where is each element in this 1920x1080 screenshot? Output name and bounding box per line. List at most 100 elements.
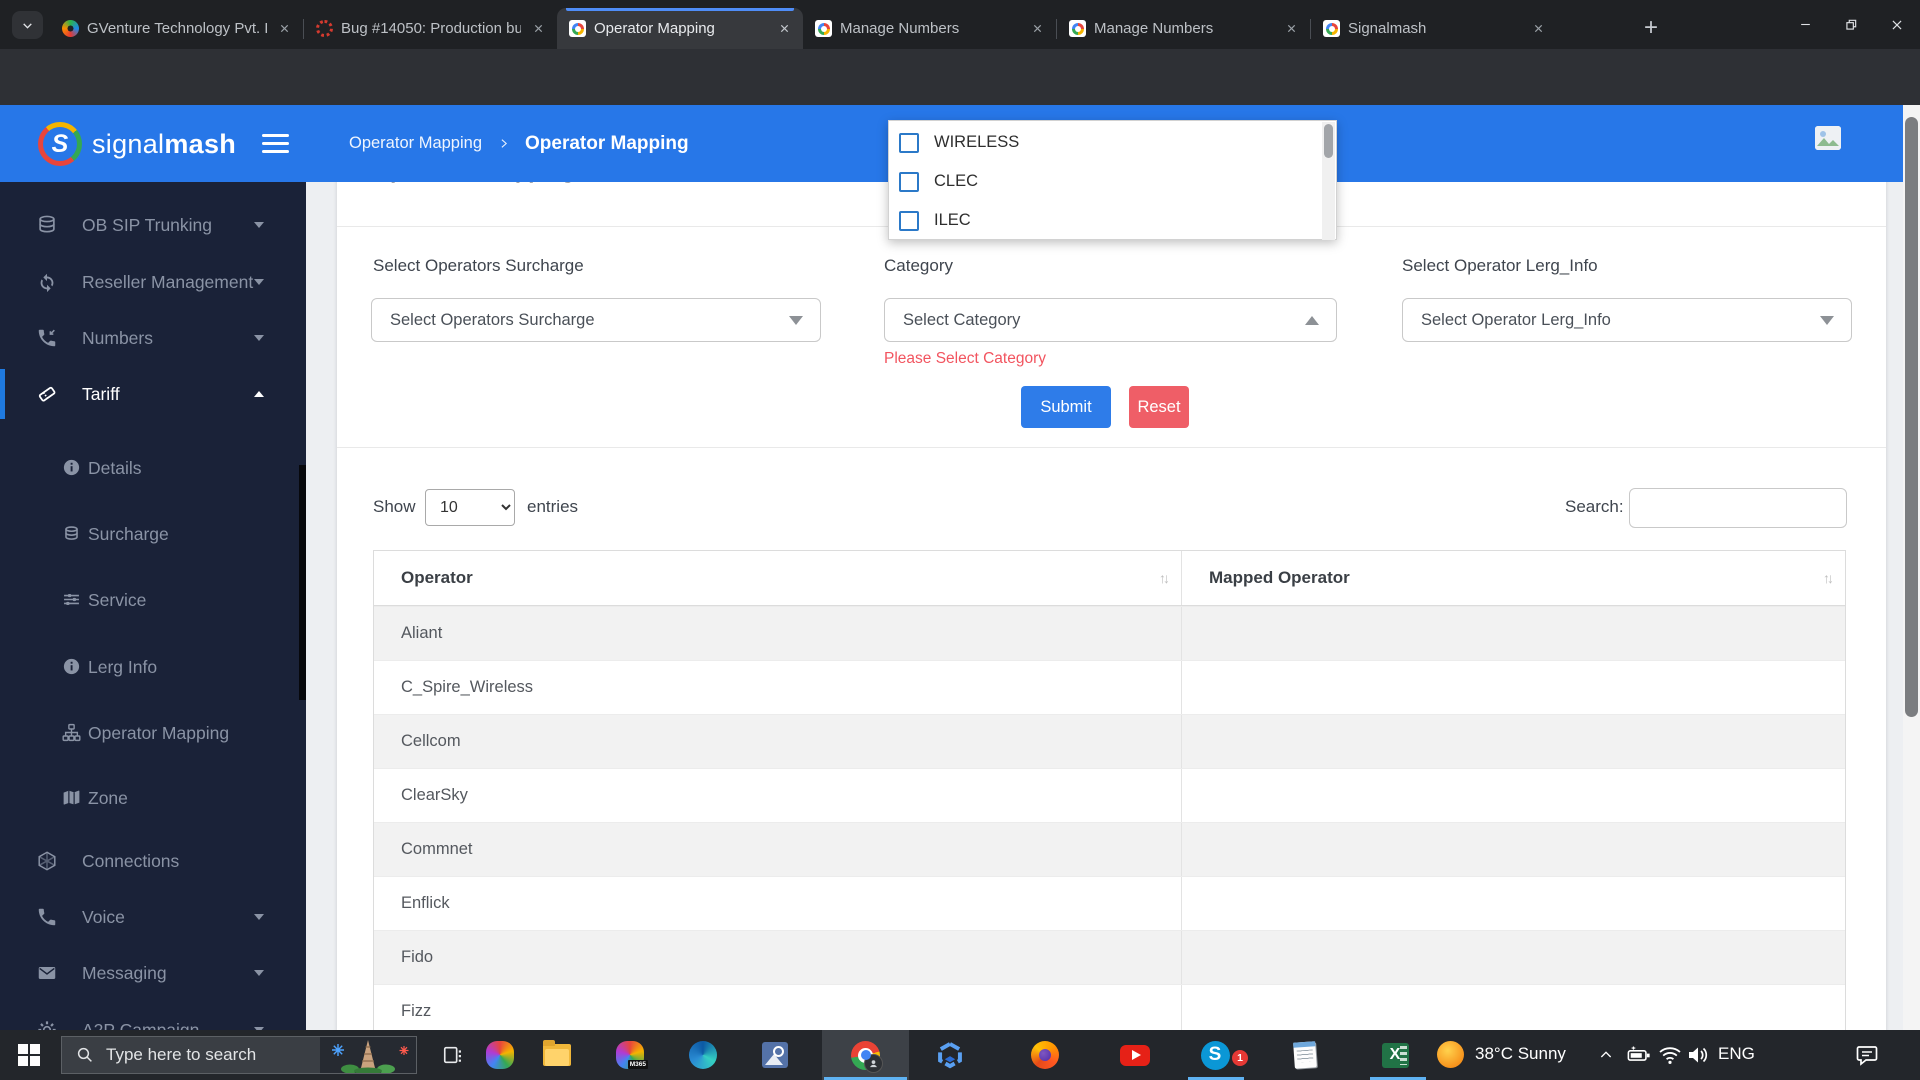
new-tab-button[interactable]: + [1635,12,1667,44]
submit-button[interactable]: Submit [1021,386,1111,428]
sidebar-item-lerg-info[interactable]: Lerg Info [0,639,306,695]
sidebar-item-surcharge[interactable]: Surcharge [0,506,306,562]
tab-signalmash[interactable]: Signalmash [1311,8,1557,49]
dropdown-option-wireless[interactable]: WIRELESS [889,123,1319,162]
screen: GVenture Technology Pvt. L Bug #14050: P… [0,0,1920,1080]
breadcrumb-section[interactable]: Operator Mapping [349,134,482,153]
edge-button[interactable] [680,1030,726,1080]
surcharge-select[interactable]: Select Operators Surcharge [371,298,821,342]
lerg-select[interactable]: Select Operator Lerg_Info [1402,298,1852,342]
tab-gventure[interactable]: GVenture Technology Pvt. L [50,8,303,49]
sidebar-item-numbers[interactable]: Numbers [0,310,306,366]
table-row: C_Spire_Wireless [374,660,1845,714]
checkbox[interactable] [899,172,919,192]
gventure-favicon-icon [62,20,79,37]
sidebar-item-messaging[interactable]: Messaging [0,945,306,1001]
hexagon-app-button[interactable] [927,1030,973,1080]
skype-icon: S [1201,1041,1230,1070]
tab-close-icon[interactable] [1529,20,1547,38]
language-indicator[interactable]: ENG [1718,1044,1755,1064]
m365-copilot-button[interactable]: M365 [607,1030,653,1080]
skype-button[interactable]: S [1192,1030,1238,1080]
search-highlight-image[interactable] [320,1036,416,1074]
chevron-down-icon [21,19,34,32]
firefox-button[interactable] [1022,1030,1068,1080]
search-input[interactable] [1629,488,1847,528]
table-row: Commnet [374,822,1845,876]
page-size-select[interactable]: 10 [425,489,515,526]
chrome-icon [851,1041,880,1070]
envelope-icon [36,962,59,985]
chevron-down-icon [254,970,264,976]
chevron-down-icon [254,914,264,920]
start-button[interactable] [0,1030,58,1080]
wifi-button[interactable] [1658,1044,1682,1071]
surcharge-label: Select Operators Surcharge [373,256,584,276]
dropdown-option-clec[interactable]: CLEC [889,162,1319,201]
reset-button[interactable]: Reset [1129,386,1189,428]
tab-search-button[interactable] [12,11,43,39]
photos-app-icon [762,1042,788,1068]
header-profile-image[interactable] [1815,126,1841,150]
task-view-icon [442,1044,464,1066]
signalmash-favicon-icon [1323,20,1340,37]
dropdown-scrollbar[interactable] [1322,122,1335,240]
sidebar-item-ob-sip-trunking[interactable]: OB SIP Trunking [0,197,306,253]
tab-manage-numbers-2[interactable]: Manage Numbers [1057,8,1310,49]
weather-sun-icon[interactable] [1437,1041,1464,1068]
weather-text[interactable]: 38°C Sunny [1475,1044,1566,1064]
checkbox[interactable] [899,133,919,153]
maximize-button[interactable] [1828,0,1874,49]
battery-button[interactable] [1627,1044,1651,1071]
column-header-mapped-operator[interactable]: Mapped Operator ↑↓ [1181,551,1845,605]
chrome-button[interactable] [822,1030,909,1080]
breadcrumb: Operator Mapping Operator Mapping [349,133,689,155]
sidebar-item-details[interactable]: Details [0,440,306,496]
taskbar-search[interactable]: Type here to search [61,1036,417,1074]
tab-bug-14050[interactable]: Bug #14050: Production bu [304,8,557,49]
operators-mapping-card: Opeartors Mapping Select Operators Surch… [337,150,1886,1050]
tab-close-icon[interactable] [1282,20,1300,38]
tab-close-icon[interactable] [1028,20,1046,38]
notepad-button[interactable] [1282,1030,1328,1080]
youtube-button[interactable] [1112,1030,1158,1080]
sidebar-item-operator-mapping[interactable]: Operator Mapping [0,705,306,761]
divider [337,447,1886,448]
column-header-operator[interactable]: Operator ↑↓ [374,551,1181,605]
volume-button[interactable] [1686,1044,1710,1071]
notepad-icon [1293,1041,1317,1068]
category-select[interactable]: Select Category [884,298,1337,342]
excel-button[interactable]: X [1372,1030,1418,1080]
close-window-button[interactable] [1874,0,1920,49]
tab-close-icon[interactable] [529,20,547,38]
file-explorer-button[interactable] [534,1030,580,1080]
sidebar-item-zone[interactable]: Zone [0,770,306,826]
tab-manage-numbers-1[interactable]: Manage Numbers [803,8,1056,49]
sidebar-item-connections[interactable]: Connections [0,833,306,889]
firefox-icon [1031,1041,1059,1069]
hexagon-app-icon [936,1041,964,1069]
sidebar-item-service[interactable]: Service [0,572,306,628]
photos-app-button[interactable] [752,1030,798,1080]
sidebar-item-tariff[interactable]: Tariff [0,366,306,422]
page-scrollbar-thumb[interactable] [1905,117,1918,717]
page-scrollbar[interactable] [1903,105,1920,1030]
browser-tabstrip: GVenture Technology Pvt. L Bug #14050: P… [0,0,1920,49]
minimize-button[interactable] [1782,0,1828,49]
tray-expand-button[interactable] [1598,1047,1614,1068]
sidebar-toggle-button[interactable] [262,134,289,158]
copilot-app-button[interactable] [477,1030,523,1080]
sidebar-scrollbar-thumb[interactable] [299,465,306,700]
info-icon [61,457,84,480]
task-view-button[interactable] [430,1030,476,1080]
checkbox[interactable] [899,211,919,231]
dropdown-option-ilec[interactable]: ILEC [889,201,1319,240]
tab-operator-mapping[interactable]: Operator Mapping [557,8,803,49]
taskbar: Type here to search M365 [0,1030,1920,1080]
lerg-label: Select Operator Lerg_Info [1402,256,1598,276]
tab-close-icon[interactable] [775,20,793,38]
sidebar-item-voice[interactable]: Voice [0,889,306,945]
tab-close-icon[interactable] [275,20,293,38]
notification-center-button[interactable] [1855,1043,1879,1072]
sidebar-item-reseller-management[interactable]: Reseller Management [0,254,306,310]
